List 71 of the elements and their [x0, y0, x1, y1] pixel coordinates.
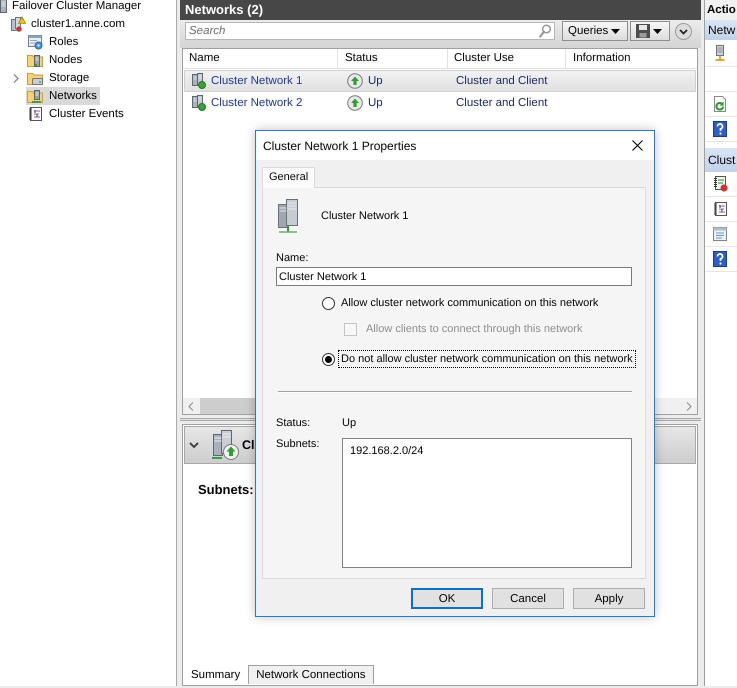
chevron-right-icon[interactable]	[686, 402, 692, 410]
notebook-icon	[27, 106, 43, 122]
field-label: Status:	[276, 416, 312, 430]
column-header[interactable]: Information	[566, 49, 697, 68]
network-title: Cluster Network 1	[321, 210, 408, 222]
server-up-arrow-icon	[210, 429, 240, 461]
tree-item[interactable]: cluster1.anne.com	[10, 15, 125, 33]
status-text: Up	[368, 97, 383, 109]
folder-server-icon	[27, 52, 43, 68]
details-title: Cl	[242, 438, 254, 452]
dialog-title: Cluster Network 1 Properties	[263, 138, 416, 152]
caret-icon	[611, 28, 620, 34]
column-header[interactable]: Cluster Use	[448, 49, 566, 68]
field-label: Subnets:	[276, 437, 320, 451]
ok-button[interactable]: OK	[411, 588, 483, 609]
status-text: Up	[368, 75, 383, 87]
actions-section-header[interactable]: Clust	[705, 148, 737, 172]
field-label: Subnets:	[198, 482, 254, 497]
pane-title: Networks (2)	[180, 0, 701, 20]
server-icon	[192, 73, 206, 89]
notebook-icon[interactable]	[712, 176, 728, 192]
cancel-button[interactable]: Cancel	[492, 588, 564, 609]
server-icon	[0, 0, 8, 13]
search-icon[interactable]	[539, 24, 551, 38]
help-icon[interactable]	[712, 251, 728, 267]
table-row[interactable]: Cluster Network 2 Up Cluster and Client	[184, 92, 696, 114]
chevron-right-icon[interactable]	[13, 74, 19, 82]
field-label: Name:	[276, 251, 308, 265]
server-icon	[277, 198, 299, 234]
tree-item[interactable]: Networks	[26, 87, 100, 105]
tab[interactable]: General	[262, 167, 316, 188]
subnet-list[interactable]: 192.168.2.0/24	[342, 438, 632, 568]
actions-title: Actio	[705, 0, 737, 20]
radio-label[interactable]: Do not allow cluster network communication on this network	[338, 350, 636, 368]
close-icon[interactable]	[632, 140, 643, 151]
tree-item[interactable]: Storage	[26, 69, 92, 87]
list-window-icon[interactable]	[712, 226, 728, 242]
actions-section-header[interactable]: Netw	[705, 20, 737, 40]
radio-label[interactable]: Allow cluster network communication on this network	[338, 294, 602, 312]
tab[interactable]: Network Connections	[248, 665, 374, 684]
notebook-icon[interactable]	[712, 201, 728, 217]
radio-button[interactable]	[322, 296, 335, 310]
network-name[interactable]: Cluster Network 1	[211, 75, 302, 87]
chevron-left-icon[interactable]	[188, 402, 194, 410]
table-row[interactable]: Cluster Network 1 Up Cluster and Client	[184, 70, 696, 92]
tree-item[interactable]: Cluster Events	[26, 105, 127, 123]
table-cell-text: Cluster and Client	[455, 74, 548, 89]
column-header[interactable]: Status	[338, 49, 448, 68]
apply-button[interactable]: Apply	[573, 588, 645, 609]
table-cell-text: Cluster and Client	[455, 96, 548, 111]
window-gear-icon	[27, 34, 43, 50]
server-warning-icon	[10, 16, 26, 32]
caret-icon	[653, 28, 662, 34]
name-input[interactable]: Cluster Network 1	[276, 267, 632, 286]
column-header[interactable]: Name	[183, 49, 338, 68]
network-name[interactable]: Cluster Network 2	[211, 97, 302, 109]
tree-item[interactable]: Failover Cluster Manager	[0, 0, 142, 15]
chevron-down-icon[interactable]	[189, 442, 199, 448]
status-value: Up	[342, 416, 356, 430]
refresh-icon[interactable]	[712, 96, 728, 112]
queries-button[interactable]: Queries	[562, 21, 628, 41]
folder-network-icon	[27, 88, 43, 104]
tree-item[interactable]: Roles	[26, 33, 82, 51]
radio-button[interactable]	[322, 352, 335, 366]
chevron-circle-icon[interactable]	[675, 23, 692, 40]
help-icon[interactable]	[712, 121, 728, 137]
list-item[interactable]: 192.168.2.0/24	[350, 444, 624, 458]
search-field[interactable]: Search	[185, 22, 555, 40]
server-icon	[192, 95, 206, 111]
save-button[interactable]	[630, 21, 670, 41]
tree-item[interactable]: Nodes	[26, 51, 86, 69]
